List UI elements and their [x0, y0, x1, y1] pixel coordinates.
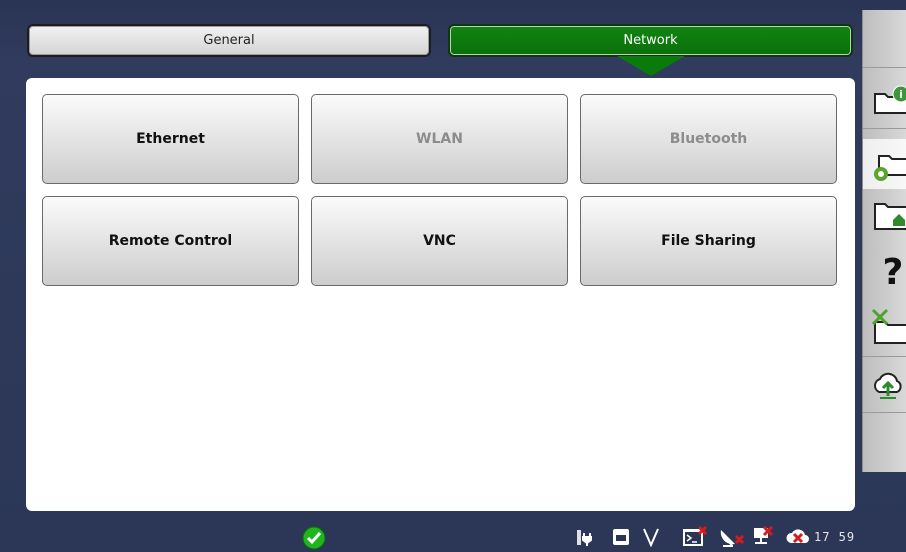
vnc-button[interactable]: VNC	[311, 196, 568, 286]
cloud-error-icon[interactable]	[785, 527, 811, 547]
folder-home-icon	[874, 203, 906, 230]
remote-control-button-label: Remote Control	[108, 233, 233, 249]
wlan-button[interactable]: WLAN	[311, 94, 568, 184]
vnc-button-label: VNC	[423, 233, 456, 249]
folder-info-icon: i	[874, 85, 906, 114]
ok-check-icon[interactable]	[302, 526, 326, 550]
sidebar-item-tools[interactable]	[863, 302, 906, 350]
remote-control-button[interactable]: Remote Control	[42, 196, 299, 286]
tab-network[interactable]: Network	[448, 24, 853, 57]
v-icon[interactable]	[642, 527, 660, 547]
satellite-dish-icon[interactable]	[718, 526, 746, 548]
wlan-button-label: WLAN	[416, 131, 463, 147]
bluetooth-button[interactable]: Bluetooth	[580, 94, 837, 184]
svg-text:?: ?	[883, 252, 904, 290]
network-disconnected-icon[interactable]	[752, 526, 776, 548]
right-sidebar: i ?	[862, 10, 906, 472]
sidebar-divider	[863, 412, 906, 413]
sidebar-item-info[interactable]: i	[863, 76, 906, 124]
sidebar-divider	[863, 128, 906, 129]
file-sharing-button-label: File Sharing	[661, 233, 756, 249]
help-icon: ?	[883, 252, 904, 290]
tab-general-label: General	[203, 33, 255, 48]
network-settings-panel: Ethernet WLAN Bluetooth Remote Control V…	[26, 78, 855, 511]
ethernet-button[interactable]: Ethernet	[42, 94, 299, 184]
bluetooth-button-label: Bluetooth	[669, 131, 748, 147]
power-plug-icon[interactable]	[576, 527, 598, 547]
sidebar-divider	[863, 356, 906, 357]
status-bar	[0, 520, 906, 552]
sidebar-item-home[interactable]	[863, 192, 906, 240]
tab-network-label: Network	[623, 33, 678, 48]
sidebar-item-help[interactable]: ?	[863, 246, 906, 294]
terminal-icon[interactable]	[682, 526, 708, 548]
sidebar-item-settings[interactable]	[863, 139, 906, 189]
file-sharing-button[interactable]: File Sharing	[580, 196, 837, 286]
folder-settings-icon	[874, 155, 906, 181]
sidebar-divider	[863, 67, 906, 68]
sidebar-item-cloud[interactable]	[863, 362, 906, 410]
ethernet-button-label: Ethernet	[136, 131, 205, 147]
clock-time: 17 59	[814, 530, 856, 544]
storage-icon[interactable]	[612, 528, 630, 546]
active-tab-pointer	[617, 56, 685, 76]
cloud-upload-icon	[874, 372, 902, 399]
tab-general[interactable]: General	[27, 24, 431, 57]
svg-text:i: i	[899, 88, 903, 101]
folder-tools-icon	[871, 308, 906, 344]
